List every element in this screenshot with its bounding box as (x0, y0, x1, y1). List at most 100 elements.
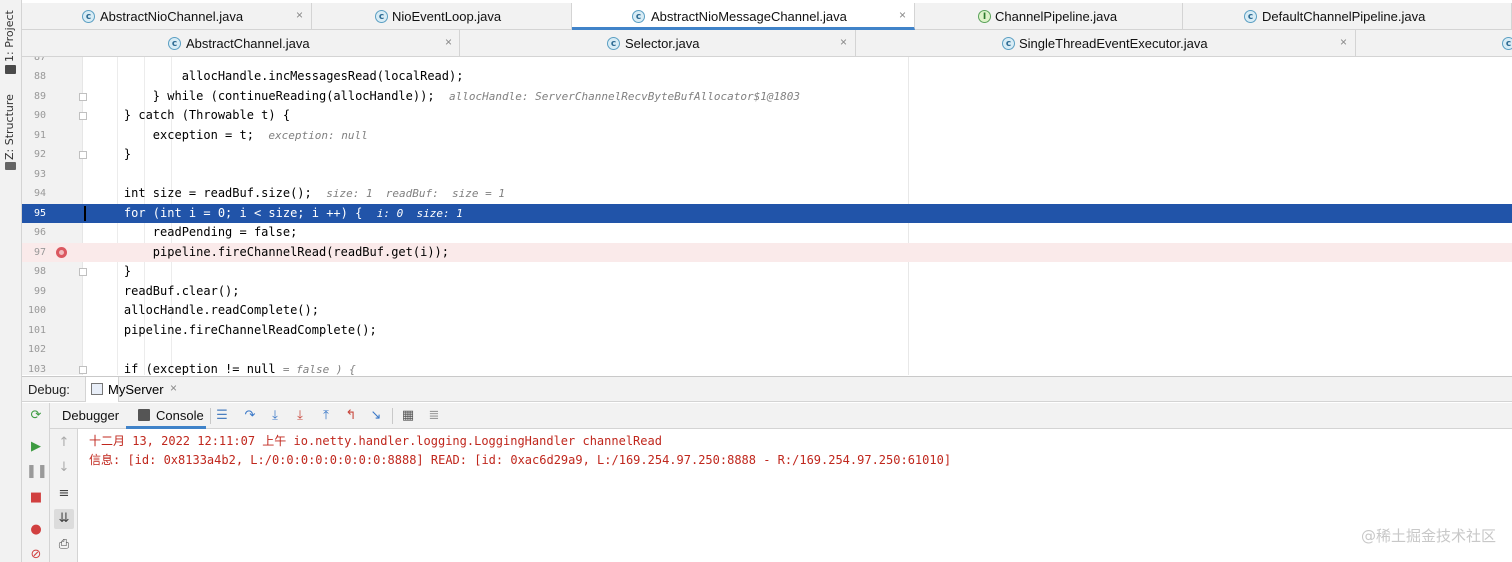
tab-selector[interactable]: c Selector.java × (460, 30, 856, 57)
scroll-to-end-icon[interactable]: ⇊ (54, 509, 74, 529)
resume-icon[interactable]: ▶ (26, 437, 46, 457)
breakpoint-icon[interactable] (56, 246, 67, 258)
tab-nio-event-loop[interactable]: c NioEventLoop.java (312, 3, 572, 30)
code-line[interactable]: 87 (22, 57, 1512, 68)
code-text: for (int i = 0; i < size; i ++) { i: 0 s… (95, 205, 463, 220)
code-line[interactable]: 89 } while (continueReading(allocHandle)… (22, 87, 1512, 107)
structure-tool-tab[interactable]: Z: Structure (3, 94, 19, 174)
down-arrow-icon[interactable]: ↓ (54, 458, 74, 478)
code-line[interactable]: 101 pipeline.fireChannelReadComplete(); (22, 321, 1512, 341)
class-icon: c (1244, 10, 1257, 23)
line-number: 94 (33, 188, 46, 199)
tab-label: Selector.java (625, 36, 700, 51)
tab-abstract-channel[interactable]: c AbstractChannel.java × (22, 30, 460, 57)
drop-frame-icon[interactable]: ↰ (341, 406, 361, 426)
line-number: 102 (27, 344, 46, 355)
step-out-icon[interactable]: ⤒ (316, 406, 336, 426)
tab-abstract-nio-channel[interactable]: c AbstractNioChannel.java × (60, 3, 312, 30)
debug-session-tab[interactable]: MyServer × (85, 377, 177, 402)
code-line[interactable]: 98 } (22, 262, 1512, 282)
code-line[interactable]: 102 (22, 340, 1512, 360)
line-number: 89 (33, 90, 46, 102)
code-line[interactable]: 93 (22, 165, 1512, 185)
project-tool-label: 1: Project (3, 10, 16, 62)
editor-tab-row-1: c AbstractNioChannel.java × c NioEventLo… (22, 3, 1512, 30)
code-text: int size = readBuf.size(); size: 1 readB… (95, 186, 506, 200)
fold-marker-icon[interactable] (79, 268, 87, 276)
line-number: 101 (27, 324, 46, 336)
tab-default-channel-pipeline[interactable]: c DefaultChannelPipeline.java (1183, 3, 1512, 30)
rerun-icon[interactable]: ⟳ (26, 406, 46, 426)
tab-abstract-nio-message-channel[interactable]: c AbstractNioMessageChannel.java × (572, 3, 915, 30)
step-into-icon[interactable]: ⤓ (265, 406, 285, 426)
fold-marker-icon[interactable] (79, 92, 87, 101)
inline-debug-value: allocHandle: ServerChannelRecvByteBufAll… (449, 89, 801, 103)
tab-label: AbstractNioMessageChannel.java (651, 9, 847, 24)
code-line[interactable]: 88 allocHandle.incMessagesRead(localRead… (22, 67, 1512, 87)
structure-icon (5, 162, 16, 170)
execution-point-line[interactable]: 95 for (int i = 0; i < size; i ++) { i: … (22, 203, 1512, 223)
code-text: } while (continueReading(allocHandle)); … (95, 88, 801, 103)
debug-action-bar: ⟳ ▶ ❚❚ ■ ● ⊘ (22, 403, 50, 562)
step-over-icon[interactable]: ↷ (240, 406, 260, 426)
show-execution-point-icon[interactable]: ☰ (212, 406, 232, 426)
mute-breakpoints-icon[interactable]: ⊘ (26, 545, 46, 562)
code-text: } (95, 264, 132, 278)
console-output[interactable]: 十二月 13, 2022 12:11:07 上午 io.netty.handle… (78, 429, 1512, 562)
line-number: 98 (33, 266, 46, 277)
code-text: } catch (Throwable t) { (95, 108, 291, 122)
code-line[interactable]: 99 readBuf.clear(); (22, 282, 1512, 302)
inline-debug-value: exception: null (268, 128, 368, 142)
trace-current-stream-icon[interactable]: ≣ (424, 406, 444, 426)
code-editor[interactable]: 87 88 allocHandle.incMessagesRead(localR… (22, 57, 1512, 375)
editor-tab-row-2: c AbstractChannel.java × c Selector.java… (22, 30, 1512, 57)
tab-console[interactable]: Console (126, 403, 206, 429)
code-line[interactable]: 92 } (22, 145, 1512, 165)
code-text: pipeline.fireChannelReadComplete(); (95, 322, 377, 337)
force-step-into-icon[interactable]: ⤓ (290, 406, 310, 426)
close-icon[interactable]: × (445, 35, 452, 49)
code-line[interactable]: 103 if (exception != null = false ) { (22, 360, 1512, 376)
code-line[interactable]: 96 readPending = false; (22, 223, 1512, 243)
tab-label: AbstractChannel.java (186, 36, 310, 51)
class-icon: c (607, 37, 620, 50)
tab-debugger[interactable]: Debugger (58, 403, 120, 429)
print-icon[interactable]: ⎙ (54, 535, 74, 555)
run-to-cursor-icon[interactable]: ↘ (366, 406, 386, 426)
line-number: 88 (33, 71, 46, 82)
close-icon[interactable]: × (840, 35, 847, 49)
watermark: @稀土掘金技术社区 (1360, 527, 1496, 545)
tab-label: NioEventLoop.java (392, 9, 502, 24)
code-line[interactable]: 100 allocHandle.readComplete(); (22, 301, 1512, 321)
close-icon[interactable]: × (296, 8, 303, 22)
evaluate-expression-icon[interactable]: ▦ (398, 406, 418, 426)
close-icon[interactable]: × (899, 8, 906, 22)
code-text: readBuf.clear(); (95, 283, 240, 298)
class-icon: c (82, 10, 95, 23)
tab-channel-pipeline[interactable]: I ChannelPipeline.java (915, 3, 1183, 30)
fold-marker-icon[interactable] (79, 151, 87, 159)
soft-wrap-icon[interactable]: ≡ (54, 484, 74, 504)
code-line[interactable]: 94 int size = readBuf.size(); size: 1 re… (22, 184, 1512, 204)
debug-session-label: MyServer (108, 382, 164, 397)
stop-icon[interactable]: ■ (26, 488, 46, 508)
class-icon: c (375, 10, 388, 23)
line-number: 95 (33, 207, 46, 219)
run-config-icon (91, 383, 103, 395)
close-icon[interactable]: × (1340, 35, 1347, 49)
breakpoint-line[interactable]: 97 pipeline.fireChannelRead(readBuf.get(… (22, 242, 1512, 262)
view-breakpoints-icon[interactable]: ● (26, 520, 46, 540)
tab-label: ChannelPipeline.java (995, 9, 1118, 24)
fold-marker-icon[interactable] (79, 112, 87, 120)
project-tool-tab[interactable]: 1: Project (3, 8, 19, 74)
tab-overflow[interactable]: c (1356, 30, 1512, 57)
code-line[interactable]: 91 exception = t; exception: null (22, 126, 1512, 146)
code-line[interactable]: 90 } catch (Throwable t) { (22, 106, 1512, 126)
left-tool-strip: 1: Project Z: Structure (0, 0, 22, 562)
tab-single-thread-event-executor[interactable]: c SingleThreadEventExecutor.java × (856, 30, 1356, 57)
line-number: 97 (33, 246, 46, 258)
close-icon[interactable]: × (170, 381, 177, 395)
pause-icon[interactable]: ❚❚ (26, 462, 48, 482)
fold-marker-icon[interactable] (79, 365, 87, 374)
up-arrow-icon[interactable]: ↑ (54, 433, 74, 453)
